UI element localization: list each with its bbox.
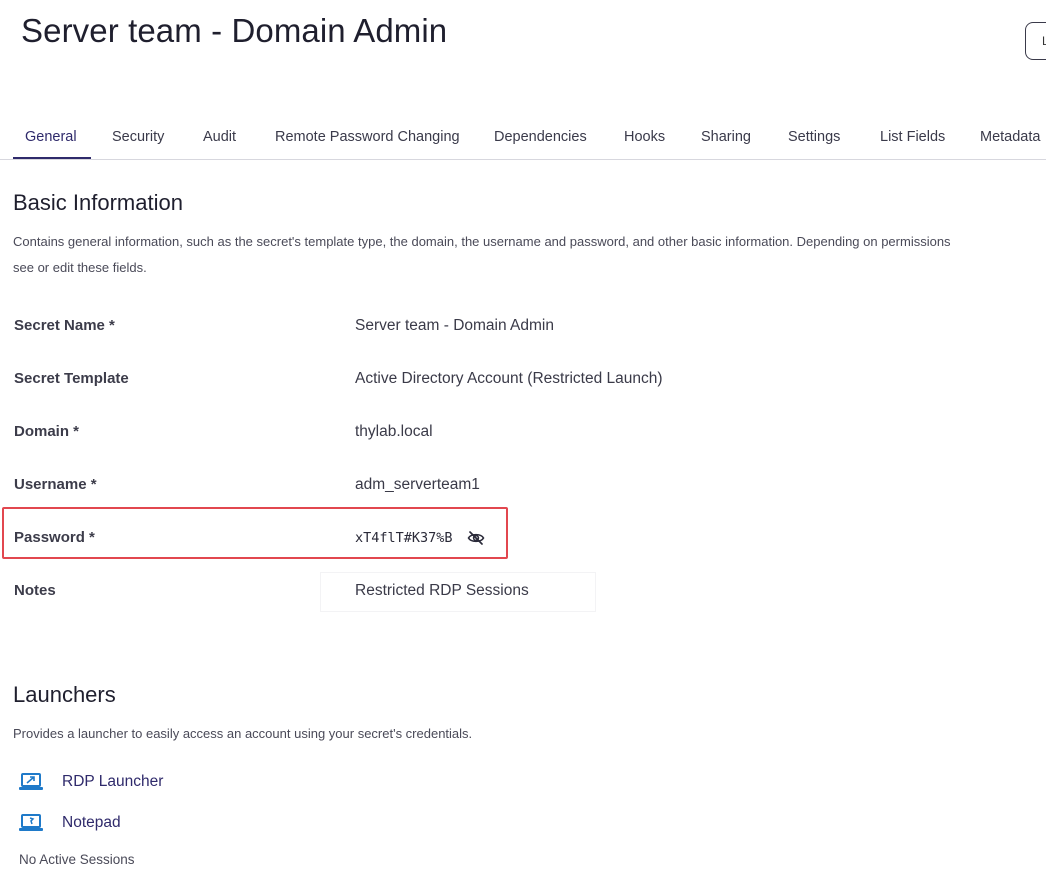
launch-button[interactable]: L [1025, 22, 1046, 60]
secret-template-value: Active Directory Account (Restricted Lau… [355, 370, 663, 387]
rdp-launcher-label: RDP Launcher [62, 773, 164, 790]
password-value[interactable]: xT4flT#K37%B [355, 530, 453, 546]
session-status: No Active Sessions [19, 852, 135, 867]
tab-bar: General Security Audit Remote Password C… [0, 118, 1046, 160]
rdp-launcher-link[interactable]: RDP Launcher [18, 770, 163, 794]
secret-name-label: Secret Name * [14, 317, 115, 334]
tab-hooks[interactable]: Hooks [624, 118, 665, 159]
notepad-launcher-icon [19, 814, 43, 831]
launchers-heading: Launchers [13, 682, 116, 707]
tab-list-fields[interactable]: List Fields [880, 118, 945, 159]
notepad-launcher-link[interactable]: Notepad [18, 811, 121, 835]
rdp-launcher-icon [19, 773, 43, 790]
notepad-launcher-label: Notepad [62, 814, 121, 831]
tab-sharing[interactable]: Sharing [701, 118, 751, 159]
password-label: Password * [14, 529, 95, 546]
domain-label: Domain * [14, 423, 80, 440]
secret-template-label: Secret Template [14, 370, 129, 387]
basic-information-heading: Basic Information [13, 190, 183, 215]
username-value[interactable]: adm_serverteam1 [355, 476, 480, 494]
active-tab-indicator [13, 157, 91, 159]
tab-remote-password-changing[interactable]: Remote Password Changing [275, 118, 460, 159]
page-title: Server team - Domain Admin [21, 12, 448, 49]
username-label: Username * [14, 476, 97, 493]
tab-settings[interactable]: Settings [788, 118, 840, 159]
notes-label: Notes [14, 582, 56, 599]
tab-general[interactable]: General [25, 118, 77, 159]
domain-value[interactable]: thylab.local [355, 423, 433, 441]
secret-name-value[interactable]: Server team - Domain Admin [355, 317, 554, 335]
eye-slash-icon[interactable] [467, 530, 485, 546]
notes-value[interactable]: Restricted RDP Sessions [355, 582, 529, 600]
launchers-description: Provides a launcher to easily access an … [13, 726, 473, 741]
tab-metadata[interactable]: Metadata [980, 118, 1040, 159]
tab-dependencies[interactable]: Dependencies [494, 118, 587, 159]
tab-security[interactable]: Security [112, 118, 164, 159]
basic-information-description: Contains general information, such as th… [13, 234, 951, 249]
basic-information-description-continued: see or edit these fields. [13, 260, 147, 275]
tab-audit[interactable]: Audit [203, 118, 236, 159]
